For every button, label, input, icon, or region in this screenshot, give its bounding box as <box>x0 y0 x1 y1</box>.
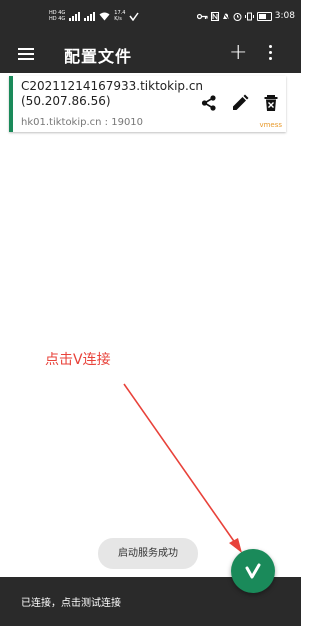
toast-message: 启动服务成功 <box>98 538 198 569</box>
annotation-arrow <box>123 383 242 553</box>
v-logo-icon <box>245 563 261 579</box>
connection-status-text: 已连接，点击测试连接 <box>21 598 121 609</box>
connect-fab[interactable] <box>231 549 275 593</box>
